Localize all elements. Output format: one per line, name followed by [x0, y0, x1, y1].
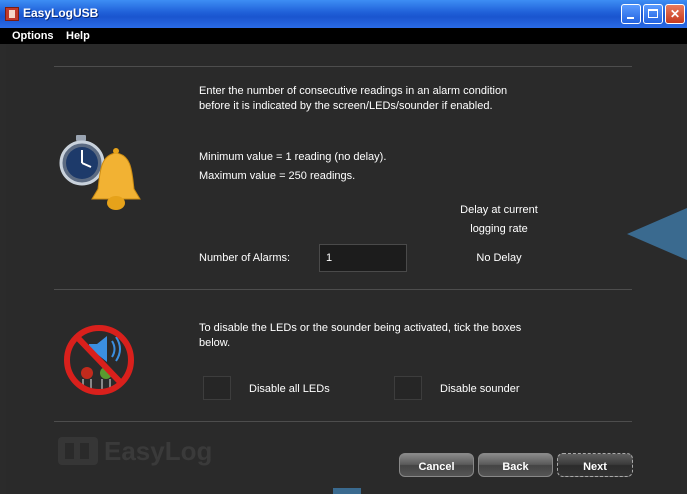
- disable-instructions: To disable the LEDs or the sounder being…: [199, 321, 521, 351]
- maximize-button[interactable]: [643, 4, 663, 24]
- delay-header-line-1: Delay at current: [460, 204, 538, 216]
- bottom-indicator: [333, 488, 361, 494]
- disable-leds-label: Disable all LEDs: [249, 383, 330, 395]
- alarm-instructions: Enter the number of consecutive readings…: [199, 84, 507, 114]
- side-arrow-indicator: [627, 208, 687, 260]
- min-value-text: Minimum value = 1 reading (no delay).: [199, 151, 387, 163]
- window-title: EasyLogUSB: [23, 6, 99, 20]
- menu-help[interactable]: Help: [66, 30, 90, 42]
- title-bar: EasyLogUSB ✕: [0, 0, 687, 28]
- disable-instructions-line-1: To disable the LEDs or the sounder being…: [199, 322, 522, 334]
- disable-leds-checkbox[interactable]: [203, 376, 231, 400]
- close-button[interactable]: ✕: [665, 4, 685, 24]
- bottom-divider: [54, 421, 632, 422]
- cancel-button[interactable]: Cancel: [399, 453, 474, 477]
- disable-instructions-line-2: below.: [199, 337, 231, 349]
- alarm-instructions-line-2: before it is indicated by the screen/LED…: [199, 100, 493, 112]
- minimize-icon: [627, 17, 634, 19]
- close-icon: ✕: [669, 7, 681, 21]
- alarm-instructions-line-1: Enter the number of consecutive readings…: [199, 85, 508, 97]
- disable-sounder-checkbox[interactable]: [394, 376, 422, 400]
- stopwatch-bell-icon: [59, 135, 141, 210]
- delay-header-line-2: logging rate: [470, 223, 528, 235]
- easylog-logo-text: EasyLog: [104, 436, 213, 466]
- menu-bar: Options Help: [0, 28, 687, 44]
- number-of-alarms-label: Number of Alarms:: [199, 252, 291, 264]
- middle-divider: [54, 289, 632, 290]
- number-of-alarms-input[interactable]: [319, 244, 407, 272]
- disable-sounder-label: Disable sounder: [440, 383, 520, 395]
- menu-options[interactable]: Options: [12, 30, 54, 42]
- delay-header: Delay at current logging rate: [440, 201, 558, 239]
- delay-value: No Delay: [476, 252, 522, 264]
- app-icon: [5, 7, 19, 21]
- maximize-icon: [648, 9, 658, 18]
- next-button[interactable]: Next: [557, 453, 633, 477]
- top-divider: [54, 66, 632, 67]
- back-button[interactable]: Back: [478, 453, 553, 477]
- no-sound-leds-icon: [64, 325, 134, 395]
- easylog-logo-icon: [58, 437, 98, 465]
- max-value-text: Maximum value = 250 readings.: [199, 170, 356, 182]
- minimize-button[interactable]: [621, 4, 641, 24]
